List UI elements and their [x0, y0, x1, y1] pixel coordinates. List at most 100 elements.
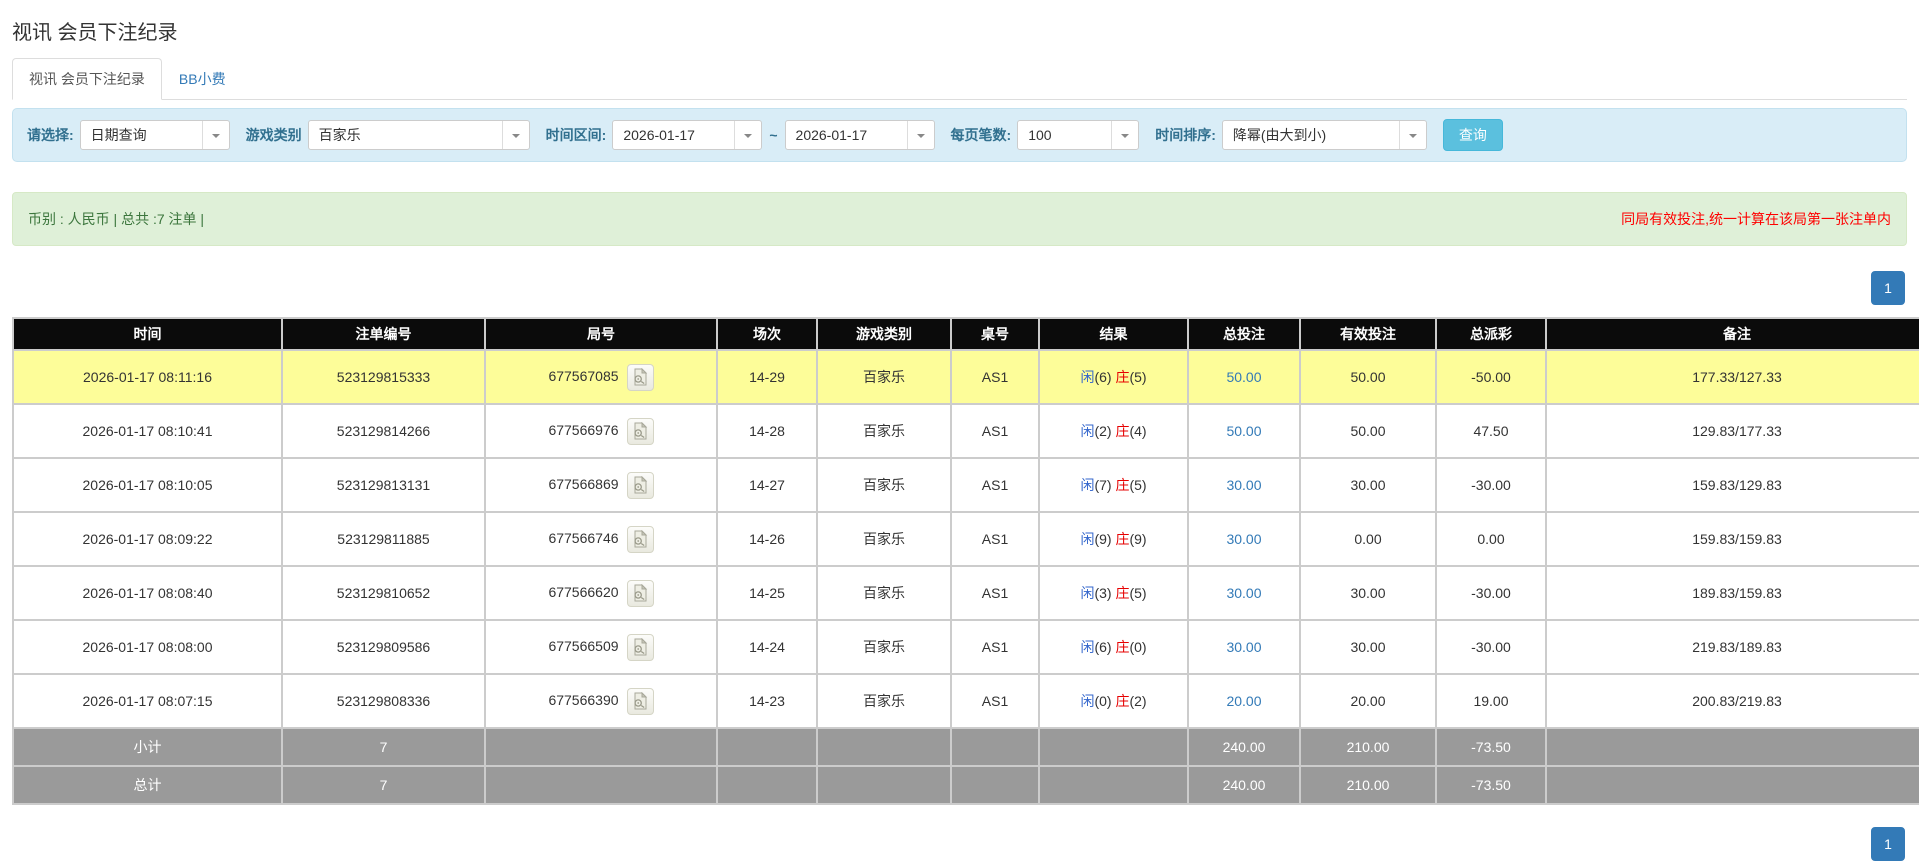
cell-remark: 189.83/159.83 [1547, 567, 1919, 619]
video-replay-icon[interactable] [626, 687, 654, 715]
betting-records-table: 时间 注单编号 局号 场次 游戏类别 桌号 结果 总投注 有效投注 总派彩 备注 2026-01-1… [12, 317, 1919, 805]
cell-time: 2026-01-17 08:10:41 [14, 405, 281, 457]
total-bet-link[interactable]: 30.00 [1226, 585, 1261, 601]
video-replay-icon[interactable] [626, 525, 654, 553]
chevron-down-icon [201, 121, 229, 149]
cell-game-type: 百家乐 [818, 405, 950, 457]
column-header: 结果 [1040, 319, 1187, 349]
cell-payout: -30.00 [1437, 459, 1545, 511]
cell-game-type: 百家乐 [818, 621, 950, 673]
cell-table-number: AS1 [952, 459, 1038, 511]
pagination-top: 1 [14, 271, 1905, 305]
cell-game-type: 百家乐 [818, 513, 950, 565]
cell-bet-number: 523129810652 [283, 567, 484, 619]
video-replay-icon[interactable] [626, 363, 654, 391]
tab-bar: 视讯 会员下注纪录 BB小费 [12, 58, 1907, 100]
date-to-value: 2026-01-17 [795, 127, 868, 143]
result-player: 闲 [1080, 369, 1095, 385]
result-banker: 庄 [1115, 369, 1130, 385]
cell-result: 闲(6) 庄(0) [1040, 621, 1187, 673]
currency-total-text: 币别 : 人民币 | 总共 :7 注单 | [28, 211, 205, 227]
footer-total-bet: 240.00 [1189, 729, 1299, 765]
chevron-down-icon [1111, 121, 1138, 149]
total-bet-link[interactable]: 50.00 [1226, 369, 1261, 385]
cell-payout: 47.50 [1437, 405, 1545, 457]
cell-bet-number: 523129814266 [283, 405, 484, 457]
footer-valid-bet: 210.00 [1301, 729, 1435, 765]
result-player: 闲 [1080, 585, 1095, 601]
tab-betting-records[interactable]: 视讯 会员下注纪录 [12, 58, 162, 100]
page-1-button[interactable]: 1 [1871, 827, 1905, 861]
date-to-select[interactable]: 2026-01-17 [784, 120, 935, 150]
total-bet-link[interactable]: 30.00 [1226, 531, 1261, 547]
page-1-button[interactable]: 1 [1871, 271, 1905, 305]
footer-count: 7 [283, 729, 484, 765]
sort-order-label: 时间排序: [1155, 127, 1216, 143]
cell-payout: 0.00 [1437, 513, 1545, 565]
cell-remark: 219.83/189.83 [1547, 621, 1919, 673]
result-banker: 庄 [1115, 477, 1130, 493]
cell-bet-number: 523129813131 [283, 459, 484, 511]
date-from-value: 2026-01-17 [623, 127, 695, 143]
video-replay-icon[interactable] [626, 633, 654, 661]
page-size-value: 100 [1028, 127, 1052, 143]
cell-valid-bet: 30.00 [1301, 567, 1435, 619]
pagination-bottom: 1 [14, 827, 1905, 861]
cell-valid-bet: 30.00 [1301, 459, 1435, 511]
table-row: 2026-01-17 08:08:00 523129809586 677566509… [14, 621, 1919, 673]
footer-payout: -73.50 [1437, 767, 1545, 803]
footer-total-bet: 240.00 [1189, 767, 1299, 803]
cell-round-number: 677567085 [486, 351, 716, 403]
table-row: 2026-01-17 08:11:16 523129815333 677567085… [14, 351, 1919, 403]
cell-payout: -30.00 [1437, 567, 1545, 619]
cell-result: 闲(9) 庄(9) [1040, 513, 1187, 565]
summary-bar: 币别 : 人民币 | 总共 :7 注单 | 同局有效投注,统一计算在该局第一张注… [12, 192, 1907, 246]
page-container: 视讯 会员下注纪录 视讯 会员下注纪录 BB小费 请选择: 日期查询 游戏类别 … [0, 16, 1919, 861]
cell-table-number: AS1 [952, 675, 1038, 727]
cell-round-number: 677566976 [486, 405, 716, 457]
cell-round-number: 677566390 [486, 675, 716, 727]
footer-count: 7 [283, 767, 484, 803]
result-banker: 庄 [1115, 423, 1130, 439]
tab-bb-tips[interactable]: BB小费 [162, 58, 243, 100]
select-type-label: 请选择: [27, 127, 74, 143]
round-number: 677566390 [548, 691, 619, 708]
cell-total-bet: 30.00 [1189, 513, 1299, 565]
chevron-down-icon [906, 121, 934, 149]
round-number: 677567085 [548, 367, 619, 384]
total-bet-link[interactable]: 20.00 [1226, 693, 1261, 709]
column-header: 场次 [718, 319, 816, 349]
game-type-select[interactable]: 百家乐 [307, 120, 530, 150]
cell-game-type: 百家乐 [818, 567, 950, 619]
video-replay-icon[interactable] [626, 471, 654, 499]
cell-round-number: 677566746 [486, 513, 716, 565]
table-footer-row: 总计 7 240.00 210.00 -73.50 [14, 767, 1919, 803]
date-from-select[interactable]: 2026-01-17 [612, 120, 763, 150]
page-title: 视讯 会员下注纪录 [12, 22, 178, 44]
chevron-down-icon [1398, 121, 1426, 149]
footer-remark [1547, 729, 1919, 765]
column-header: 桌号 [952, 319, 1038, 349]
total-bet-link[interactable]: 30.00 [1226, 477, 1261, 493]
cell-total-bet: 30.00 [1189, 621, 1299, 673]
cell-payout: -30.00 [1437, 621, 1545, 673]
footer-label: 小计 [14, 729, 281, 765]
game-type-label: 游戏类别 [245, 127, 302, 143]
cell-session: 14-27 [718, 459, 816, 511]
cell-result: 闲(7) 庄(5) [1040, 459, 1187, 511]
search-button[interactable]: 查询 [1442, 119, 1503, 151]
query-type-select[interactable]: 日期查询 [79, 120, 230, 150]
chevron-down-icon [501, 121, 529, 149]
cell-total-bet: 50.00 [1189, 351, 1299, 403]
footer-empty-cell [718, 729, 816, 765]
video-replay-icon[interactable] [626, 417, 654, 445]
date-separator: ~ [769, 127, 778, 143]
total-bet-link[interactable]: 50.00 [1226, 423, 1261, 439]
cell-session: 14-29 [718, 351, 816, 403]
sort-order-select[interactable]: 降幂(由大到小) [1221, 120, 1427, 150]
total-bet-link[interactable]: 30.00 [1226, 639, 1261, 655]
cell-time: 2026-01-17 08:09:22 [14, 513, 281, 565]
video-replay-icon[interactable] [626, 579, 654, 607]
page-size-select[interactable]: 100 [1017, 120, 1140, 150]
table-row: 2026-01-17 08:10:05 523129813131 677566869… [14, 459, 1919, 511]
